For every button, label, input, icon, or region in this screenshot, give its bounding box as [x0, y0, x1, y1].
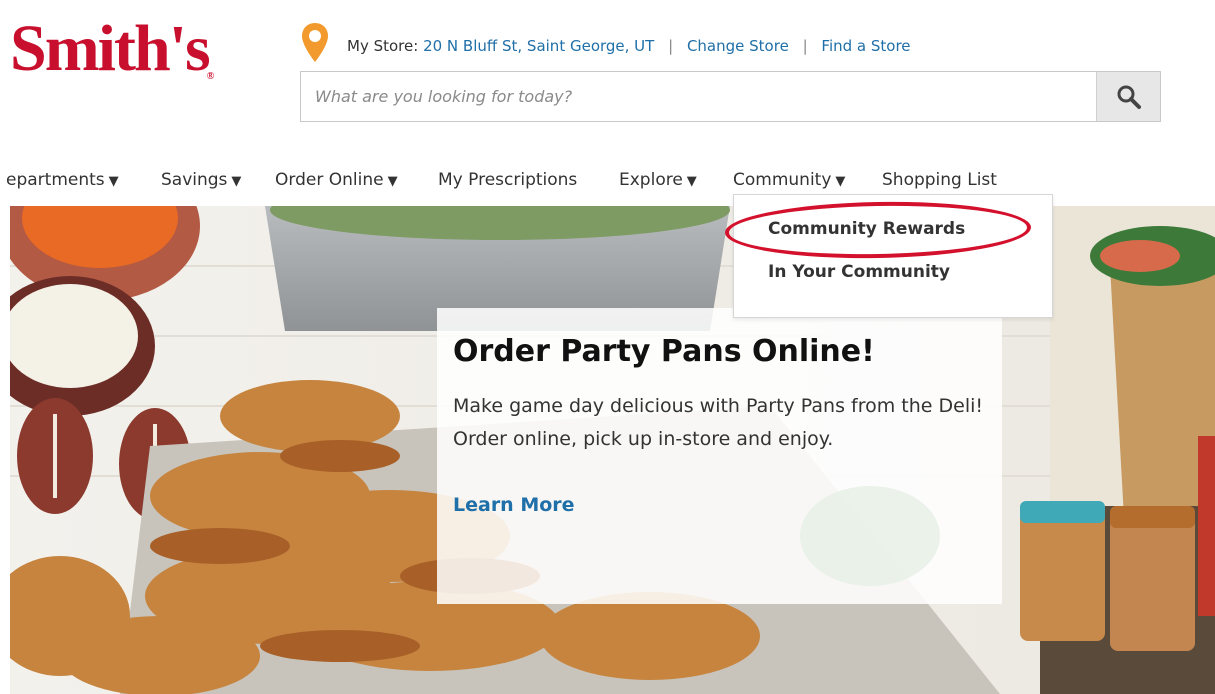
nav-savings[interactable]: Savings ▼ — [161, 170, 241, 190]
search-input[interactable] — [301, 72, 1097, 121]
nav-order-online[interactable]: Order Online ▼ — [275, 170, 398, 190]
location-pin-icon — [302, 23, 328, 62]
store-address-link[interactable]: 20 N Bluff St, Saint George, UT — [423, 37, 654, 55]
search-box — [300, 71, 1161, 122]
nav-shopping-list-label: Shopping List — [882, 170, 997, 190]
nav-shopping-list[interactable]: Shopping List — [882, 170, 997, 190]
dropdown-arrow-icon: ▼ — [686, 174, 697, 189]
nav-prescriptions-label: My Prescriptions — [438, 170, 578, 190]
nav-departments[interactable]: epartments ▼ — [6, 170, 119, 190]
promo-card: Order Party Pans Online! Make game day d… — [437, 308, 1002, 604]
dropdown-arrow-icon: ▼ — [835, 174, 846, 189]
header: Smith's® My Store: 20 N Bluff St, Saint … — [0, 0, 1215, 165]
registered-mark: ® — [206, 71, 215, 82]
logo-text: Smith's — [10, 12, 211, 85]
dropdown-arrow-icon: ▼ — [108, 174, 119, 189]
change-store-link[interactable]: Change Store — [687, 37, 789, 55]
dropdown-arrow-icon: ▼ — [231, 174, 242, 189]
nav-explore-label: Explore — [619, 170, 683, 190]
store-bar: My Store: 20 N Bluff St, Saint George, U… — [347, 37, 911, 55]
promo-body: Make game day delicious with Party Pans … — [453, 395, 983, 450]
search-icon — [1117, 85, 1141, 109]
my-store-label: My Store: — [347, 37, 419, 55]
promo-title: Order Party Pans Online! — [453, 334, 875, 369]
nav-departments-label: epartments — [6, 170, 105, 190]
nav-order-online-label: Order Online — [275, 170, 384, 190]
nav-savings-label: Savings — [161, 170, 228, 190]
nav-my-prescriptions[interactable]: My Prescriptions — [438, 170, 577, 190]
separator: | — [802, 37, 808, 55]
nav-community[interactable]: Community ▼ — [733, 170, 845, 190]
search-button[interactable] — [1096, 72, 1160, 121]
separator: | — [668, 37, 674, 55]
menu-item-in-your-community[interactable]: In Your Community — [768, 262, 950, 282]
nav-community-label: Community — [733, 170, 832, 190]
find-store-link[interactable]: Find a Store — [821, 37, 910, 55]
learn-more-link[interactable]: Learn More — [453, 494, 575, 516]
nav-explore[interactable]: Explore ▼ — [619, 170, 697, 190]
smiths-logo[interactable]: Smith's® — [10, 16, 215, 82]
dropdown-arrow-icon: ▼ — [387, 174, 398, 189]
